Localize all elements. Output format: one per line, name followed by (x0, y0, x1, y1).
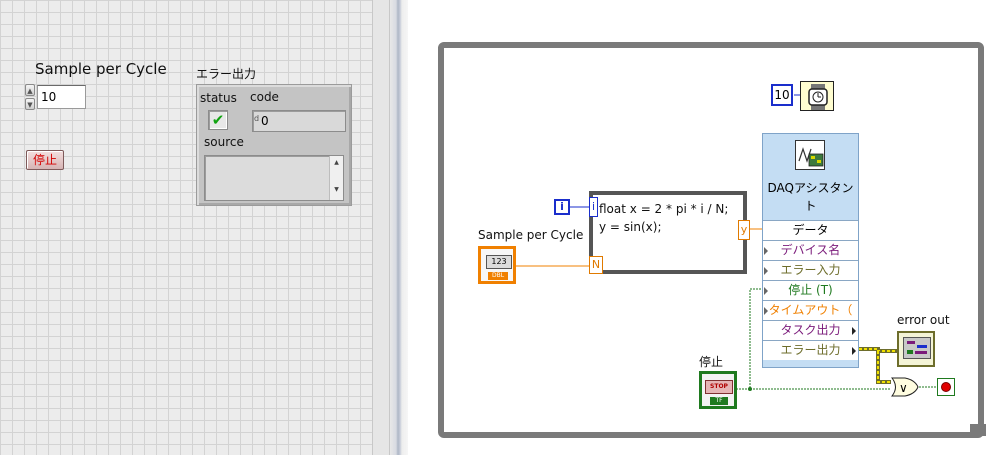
daq-terminal-error-in[interactable]: エラー入力 (763, 260, 858, 280)
status-label: status (200, 91, 237, 105)
error-out-label: エラー出力 (196, 67, 257, 81)
front-panel: Sample per Cycle ▲ ▼ 10 停止 エラー出力 status … (0, 0, 372, 455)
front-panel-scrollbar[interactable] (372, 0, 390, 455)
formula-line-2[interactable]: y = sin(x); (599, 220, 661, 234)
source-scrollbar[interactable]: ▲ ▼ (329, 156, 343, 200)
daq-terminal-error-in-label: エラー入力 (780, 263, 841, 277)
daq-terminal-task-out[interactable]: タスク出力 (763, 320, 858, 340)
output-pin-icon (852, 347, 856, 355)
daq-assistant-title: DAQアシスタント (767, 181, 854, 213)
wait-time-constant[interactable]: 10 (771, 84, 793, 106)
error-cluster-icon (903, 337, 931, 359)
stop-terminal-label: 停止 (699, 355, 724, 369)
daq-terminal-stop-label: 停止 (T) (788, 283, 833, 297)
input-pin-icon (764, 267, 768, 275)
stop-sign-icon: STOP (705, 380, 733, 394)
samples-terminal-label: Sample per Cycle (478, 228, 584, 242)
daq-terminal-error-out-label: エラー出力 (780, 343, 841, 357)
daq-terminal-timeout[interactable]: タイムアウト（ (763, 300, 858, 320)
source-label: source (204, 135, 244, 149)
output-pin-icon (852, 327, 856, 335)
formula-input-i[interactable]: i (589, 197, 598, 217)
stop-if-true-icon (941, 382, 951, 392)
or-symbol: ∨ (899, 381, 908, 395)
daq-assistant-icon (795, 140, 825, 170)
error-out-terminal[interactable] (897, 331, 935, 367)
while-loop-resize-corner[interactable] (970, 424, 986, 436)
daq-terminal-device-name[interactable]: デバイス名 (763, 240, 858, 260)
input-pin-icon (764, 287, 768, 295)
check-icon: ✔ (208, 110, 228, 130)
formula-node[interactable]: float x = 2 * pi * i / N; y = sin(x); (589, 191, 747, 274)
stop-button[interactable]: 停止 (26, 150, 64, 170)
daq-assistant-express-vi[interactable]: DAQアシスタント データ デバイス名 エラー入力 停止 (T) タイムアウト（… (762, 133, 859, 368)
code-label: code (250, 90, 279, 104)
radix-indicator[interactable]: d (254, 114, 260, 128)
samples-per-cycle-stepper[interactable]: ▲ ▼ (25, 84, 37, 110)
samples-terminal[interactable]: 123 DBL (478, 246, 516, 284)
input-pin-icon (764, 307, 768, 315)
loop-condition-terminal[interactable] (937, 378, 955, 396)
scroll-up-icon[interactable]: ▲ (330, 159, 343, 166)
numeric-terminal-icon: 123 (486, 255, 512, 269)
daq-terminal-stop[interactable]: 停止 (T) (763, 280, 858, 300)
source-field[interactable]: ▲ ▼ (204, 155, 344, 201)
daq-terminal-error-out[interactable]: エラー出力 (763, 340, 858, 360)
daq-terminal-task-out-label: タスク出力 (780, 323, 841, 337)
daq-terminal-device-name-label: デバイス名 (780, 243, 841, 257)
samples-per-cycle-input[interactable]: 10 (37, 85, 86, 109)
increment-arrow-icon[interactable]: ▲ (25, 84, 35, 96)
error-out-terminal-label: error out (897, 313, 950, 327)
stop-terminal[interactable]: STOP TF (699, 371, 737, 409)
daq-terminal-timeout-label: タイムアウト（ (768, 303, 853, 317)
code-field[interactable]: d 0 (252, 110, 346, 132)
code-value: 0 (261, 114, 269, 128)
formula-input-n[interactable]: N (589, 256, 603, 274)
formula-output-y[interactable]: y (738, 220, 750, 240)
samples-per-cycle-label: Sample per Cycle (35, 60, 167, 78)
formula-line-1[interactable]: float x = 2 * pi * i / N; (599, 202, 728, 216)
dbl-type-badge: DBL (488, 272, 508, 280)
daq-terminal-data[interactable]: データ (763, 220, 858, 240)
decrement-arrow-icon[interactable]: ▼ (25, 98, 35, 110)
input-pin-icon (764, 247, 768, 255)
daq-terminal-data-label: データ (792, 223, 829, 237)
or-function[interactable]: ∨ (890, 377, 919, 397)
scroll-down-icon[interactable]: ▼ (330, 186, 343, 193)
wait-ms-icon[interactable] (800, 81, 834, 111)
window-divider (390, 0, 408, 455)
tf-type-badge: TF (710, 397, 728, 405)
iteration-terminal[interactable]: i (554, 199, 570, 215)
